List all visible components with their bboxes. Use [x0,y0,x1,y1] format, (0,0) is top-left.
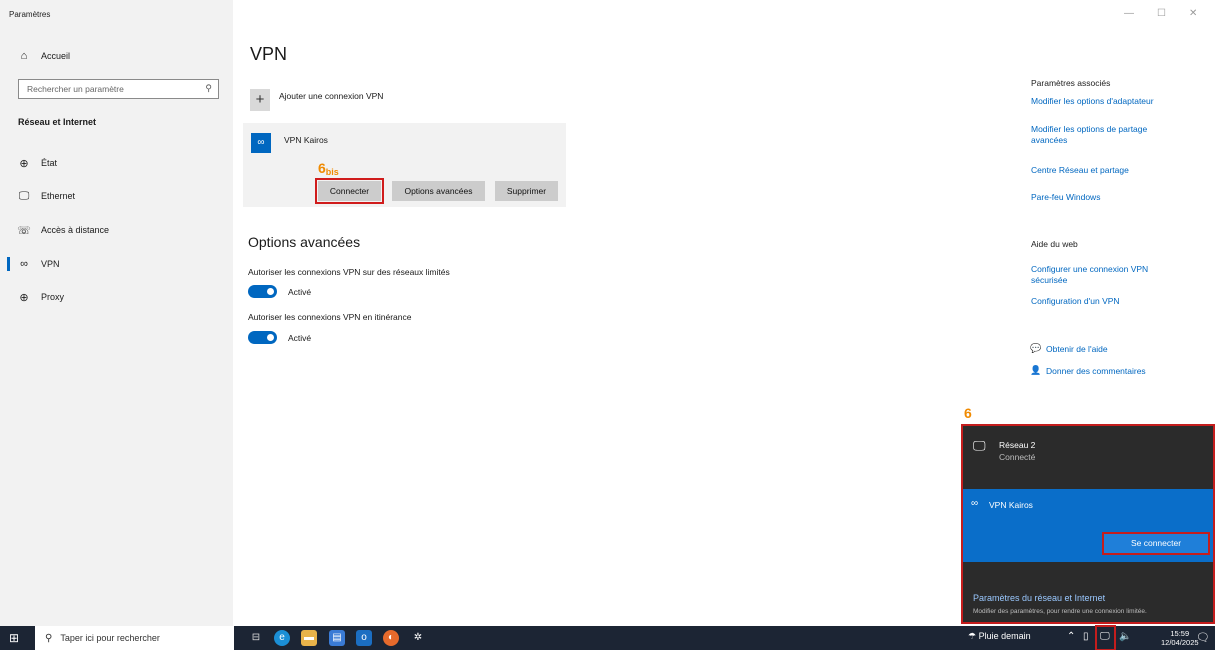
search-icon: ⚲ [45,632,53,644]
firefox-icon[interactable]: ◐ [383,630,399,646]
weather-text: Pluie demain [978,631,1031,641]
network-tray-icon[interactable]: 🖵 [1100,631,1110,642]
roaming-toggle-state: Activé [288,333,312,343]
flyout-connect-button[interactable]: Se connecter [1102,532,1210,555]
network-settings-link[interactable]: Paramètres du réseau et Internet [973,593,1105,603]
sidebar-item-dialup[interactable]: ☏ Accès à distance [0,217,233,243]
metered-toggle-state: Activé [288,287,312,297]
clock-time: 15:59 [1170,629,1190,638]
outlook-icon[interactable]: o [356,630,372,646]
store-icon[interactable]: ▤ [329,630,345,646]
proxy-icon: ⊕ [19,291,29,304]
help-icon: 💬 [1030,343,1042,353]
get-help-link[interactable]: Obtenir de l'aide [1046,344,1108,354]
close-icon[interactable]: ✕ [1189,8,1197,19]
chevron-up-icon[interactable]: ⌃ [1067,631,1075,642]
roaming-toggle[interactable] [248,331,277,344]
settings-search-input[interactable]: Rechercher un paramètre ⚲ [18,79,219,99]
search-placeholder: Rechercher un paramètre [27,84,124,94]
page-title: VPN [250,44,288,64]
add-vpn-button[interactable]: + [250,89,270,111]
network-center-link[interactable]: Centre Réseau et partage [1031,165,1181,176]
network-settings-description: Modifier des paramètres, pour rendre une… [973,608,1147,615]
weather-widget[interactable]: ☂ Pluie demain [968,631,1031,642]
vpn-icon: ∞ [251,133,271,153]
metered-option-label: Autoriser les connexions VPN sur des rés… [248,267,450,277]
configure-vpn-link[interactable]: Configurer une connexion VPN sécurisée [1031,264,1181,286]
maximize-icon[interactable]: ☐ [1157,8,1166,19]
taskbar: ⊞ ⚲ Taper ici pour rechercher ⊟ e ▬ ▤ o … [0,625,1215,650]
sidebar-item-vpn[interactable]: ∞ VPN [0,251,233,277]
flyout-vpn-item[interactable]: ∞ VPN Kairos Se connecter [963,489,1213,562]
sidebar-item-label: Ethernet [41,191,76,201]
advanced-options-button[interactable]: Options avancées [392,181,485,201]
roaming-option-label: Autoriser les connexions VPN en itinéran… [248,312,412,322]
firewall-link[interactable]: Pare-feu Windows [1031,192,1181,203]
adapter-options-link[interactable]: Modifier les options d'adaptateur [1031,96,1181,107]
status-icon: ⊕ [19,157,29,170]
task-view-icon[interactable]: ⊟ [248,630,264,646]
main-content: VPN + Ajouter une connexion VPN ∞ VPN Ka… [233,0,993,626]
start-button[interactable]: ⊞ [9,631,19,645]
device-icon[interactable]: ▯ [1083,631,1089,642]
ethernet-icon: 🖵 [973,438,986,453]
vpn-connection-name: VPN Kairos [284,135,328,145]
sidebar-item-ethernet[interactable]: 🖵 Ethernet [0,183,233,209]
web-help-heading: Aide du web [1031,239,1078,249]
vpn-icon: ∞ [971,498,979,509]
sidebar-item-home[interactable]: ⌂ Accueil [0,43,233,69]
network-flyout: 🖵 Réseau 2 Connecté ∞ VPN Kairos Se conn… [961,424,1215,624]
step-annotation: 6bis [318,160,339,177]
remove-button[interactable]: Supprimer [495,181,558,201]
taskbar-search[interactable]: ⚲ Taper ici pour rechercher [35,626,234,650]
flyout-vpn-name: VPN Kairos [989,500,1033,510]
taskbar-search-placeholder: Taper ici pour rechercher [60,633,160,643]
dialup-icon: ☏ [17,224,31,237]
sidebar-item-proxy[interactable]: ⊕ Proxy [0,284,233,310]
step-annotation-flyout: 6 [964,405,972,421]
plus-icon: + [255,91,265,108]
feedback-link[interactable]: Donner des commentaires [1046,366,1146,376]
sidebar-item-label: Accès à distance [41,225,110,235]
clock-date: 12/04/2025 [1161,638,1199,647]
rain-icon: ☂ [968,631,977,641]
feedback-icon: 👤 [1030,365,1042,375]
sidebar-item-label: Proxy [41,292,65,302]
sidebar-item-label: VPN [41,259,60,269]
sidebar-section-heading: Réseau et Internet [18,117,97,127]
settings-gear-icon[interactable]: ✲ [410,630,426,646]
taskbar-clock[interactable]: 15:59 12/04/2025 [1161,629,1199,647]
vpn-connection-card[interactable]: ∞ VPN Kairos 6bis Connecter Options avan… [243,123,566,207]
sharing-options-link[interactable]: Modifier les options de partage avancées [1031,124,1181,146]
volume-icon[interactable]: 🔈 [1119,631,1131,642]
home-icon: ⌂ [20,50,28,62]
vpn-icon: ∞ [20,258,28,270]
sidebar-item-status[interactable]: ⊕ État [0,150,233,176]
sidebar: Paramètres ⌂ Accueil Rechercher un param… [0,0,233,626]
add-vpn-label[interactable]: Ajouter une connexion VPN [279,91,383,101]
window-title: Paramètres [9,10,51,19]
file-explorer-icon[interactable]: ▬ [301,630,317,646]
advanced-options-heading: Options avancées [248,234,361,250]
network-status: Connecté [999,452,1036,462]
related-heading: Paramètres associés [1031,78,1111,88]
network-name[interactable]: Réseau 2 [999,440,1035,450]
connect-button[interactable]: Connecter [315,178,384,204]
notification-icon[interactable]: 🗨 [1196,631,1210,644]
vpn-setup-link[interactable]: Configuration d'un VPN [1031,296,1181,307]
search-icon: ⚲ [205,83,212,93]
minimize-icon[interactable]: — [1124,8,1134,19]
edge-icon[interactable]: e [274,630,290,646]
sidebar-item-label: Accueil [41,51,71,61]
ethernet-icon: 🖵 [18,189,30,202]
sidebar-item-label: État [41,158,58,168]
metered-toggle[interactable] [248,285,277,298]
